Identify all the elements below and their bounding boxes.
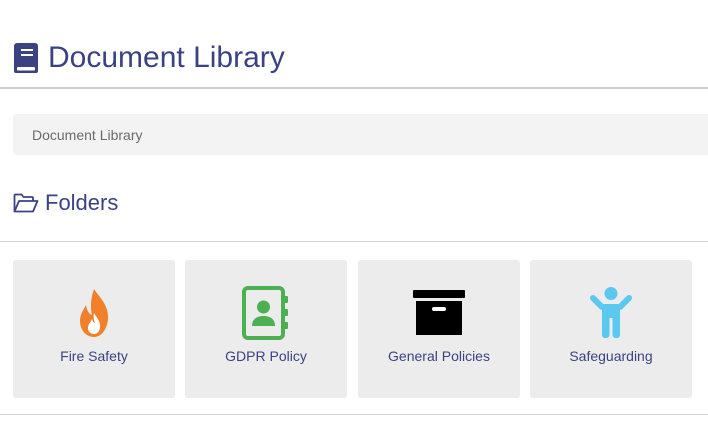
folder-card-safeguarding[interactable]: Safeguarding bbox=[530, 260, 692, 398]
document-library-page: Document Library Document Library Folder… bbox=[0, 0, 708, 421]
section-title: Folders bbox=[45, 190, 119, 215]
header-divider bbox=[0, 87, 708, 89]
child-icon bbox=[583, 286, 639, 340]
flame-icon bbox=[66, 286, 122, 340]
folder-label: GDPR Policy bbox=[225, 348, 307, 364]
archive-box-icon bbox=[411, 286, 467, 340]
folder-label: General Policies bbox=[388, 348, 490, 364]
folders-section-header: Folders bbox=[13, 188, 118, 218]
breadcrumb-item-document-library[interactable]: Document Library bbox=[32, 127, 143, 143]
folder-label: Safeguarding bbox=[569, 348, 653, 364]
folder-label: Fire Safety bbox=[60, 348, 128, 364]
folder-open-icon bbox=[13, 193, 39, 213]
section-divider bbox=[0, 241, 708, 242]
page-header: Document Library bbox=[13, 38, 285, 78]
page-title: Document Library bbox=[48, 41, 285, 74]
folder-card-gdpr-policy[interactable]: GDPR Policy bbox=[185, 260, 347, 398]
bottom-divider bbox=[0, 414, 708, 415]
breadcrumb: Document Library bbox=[13, 114, 708, 155]
folder-card-fire-safety[interactable]: Fire Safety bbox=[13, 260, 175, 398]
book-icon bbox=[13, 42, 39, 74]
address-book-icon bbox=[238, 286, 294, 340]
folder-card-general-policies[interactable]: General Policies bbox=[358, 260, 520, 398]
